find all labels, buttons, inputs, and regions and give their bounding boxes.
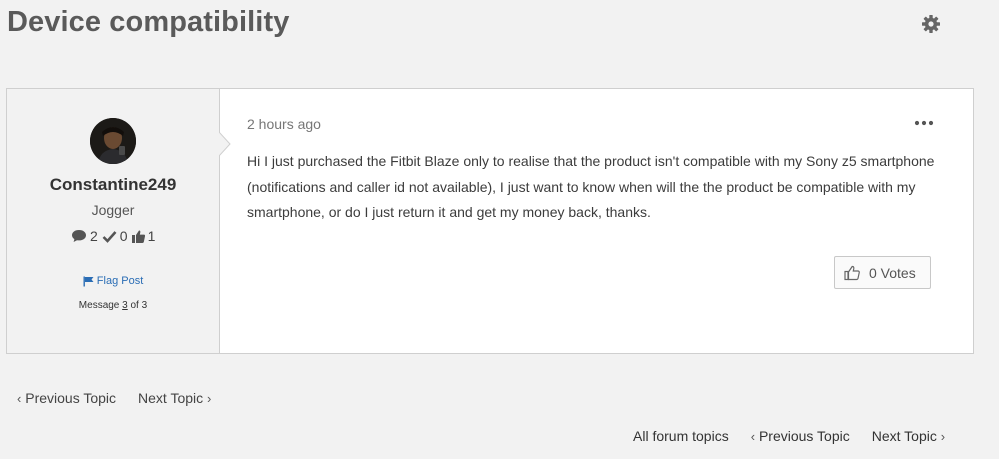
post-timestamp: 2 hours ago — [247, 116, 321, 132]
chevron-right-icon: › — [940, 429, 946, 444]
flag-post-label: Flag Post — [96, 275, 144, 288]
author-pane: Constantine249 Jogger 2 0 1 Flag Post Me… — [7, 89, 220, 353]
thumbs-up-icon — [844, 265, 860, 280]
kudos-count: 1 — [147, 228, 156, 244]
next-topic-label: Next Topic — [138, 390, 204, 406]
avatar[interactable] — [90, 118, 136, 164]
next-topic-label-bottom: Next Topic — [871, 428, 937, 444]
speech-bubble-icon — [72, 230, 86, 242]
post-caret — [219, 132, 231, 156]
chevron-left-icon: ‹ — [750, 429, 756, 444]
chevron-left-icon: ‹ — [17, 391, 22, 406]
vote-button[interactable]: 0 Votes — [834, 256, 931, 289]
author-name[interactable]: Constantine249 — [7, 175, 219, 195]
author-rank: Jogger — [91, 202, 135, 218]
topic-navigation-top: ‹ Previous Topic Next Topic › — [17, 390, 211, 406]
message-count-suffix: of 3 — [127, 300, 148, 311]
post-body: Hi I just purchased the Fitbit Blaze onl… — [247, 153, 935, 220]
author-stats: 2 0 1 — [71, 227, 155, 245]
message-count-prefix: Message — [78, 300, 123, 311]
gear-icon[interactable] — [921, 14, 941, 34]
vote-count-label: 0 Votes — [869, 264, 916, 281]
next-topic-link[interactable]: Next Topic › — [138, 390, 211, 406]
flag-post-link[interactable]: Flag Post — [7, 275, 219, 287]
topic-navigation-bottom: All forum topics ‹ Previous Topic Next T… — [633, 428, 945, 444]
ellipsis-icon[interactable] — [914, 117, 934, 129]
thumbs-up-icon — [131, 229, 145, 243]
previous-topic-label-bottom: Previous Topic — [758, 428, 850, 444]
message-count: Message 3 of 3 — [7, 300, 219, 311]
forum-post: Constantine249 Jogger 2 0 1 Flag Post Me… — [6, 88, 974, 354]
previous-topic-link[interactable]: ‹ Previous Topic — [17, 390, 116, 406]
previous-topic-link-bottom[interactable]: ‹ Previous Topic — [751, 428, 850, 444]
reply-count: 2 — [90, 228, 98, 244]
previous-topic-label: Previous Topic — [25, 390, 117, 406]
next-topic-link-bottom[interactable]: Next Topic › — [872, 428, 945, 444]
all-forum-topics-link[interactable]: All forum topics — [633, 428, 729, 444]
checkmark-icon — [102, 230, 117, 243]
solution-count: 0 — [119, 228, 128, 244]
chevron-right-icon: › — [207, 391, 212, 406]
page-title: Device compatibility — [7, 6, 290, 38]
flag-icon — [83, 276, 94, 287]
